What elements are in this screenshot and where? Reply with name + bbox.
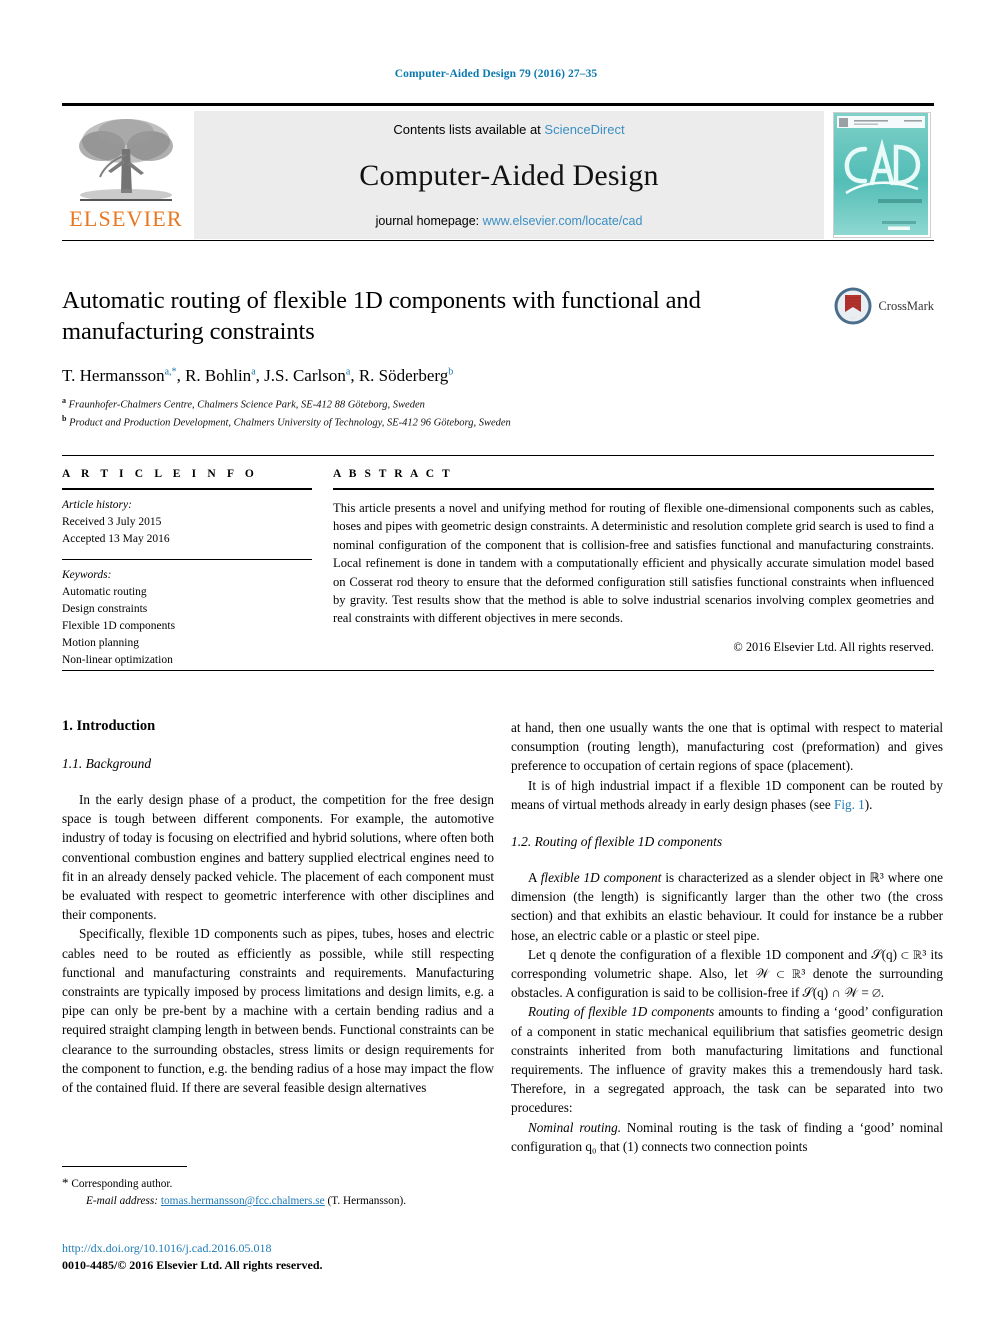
article-history-label: Article history: [62,499,132,511]
paragraph-right-5: Routing of flexible 1D components amount… [511,1002,943,1117]
corresponding-author-text: Corresponding author. [71,1178,173,1190]
doi-block: http://dx.doi.org/10.1016/j.cad.2016.05.… [62,1240,562,1274]
term-routing-of-flexible-1d: Routing of flexible 1D components [528,1004,715,1020]
journal-banner: Contents lists available at ScienceDirec… [194,111,824,239]
journal-homepage-link[interactable]: www.elsevier.com/locate/cad [483,214,643,228]
article-history-group: Article history: Received 3 July 2015 Ac… [62,490,312,548]
info-divider [62,455,934,456]
journal-cover [830,111,934,239]
abstract-panel: A B S T R A C T This article presents a … [333,468,934,655]
email-line: E-mail address: tomas.hermansson@fcc.cha… [62,1193,494,1210]
contents-prefix: Contents lists available at [393,122,545,137]
abstract-text: This article presents a novel and unifyi… [333,501,934,626]
email-link[interactable]: tomas.hermansson@fcc.chalmers.se [161,1195,325,1207]
term-flexible-1d-component: flexible 1D component [540,870,662,886]
body-divider [62,670,934,671]
page-title: Automatic routing of flexible 1D compone… [62,287,701,346]
abstract-copyright: © 2016 Elsevier Ltd. All rights reserved… [733,639,934,654]
running-head: Computer-Aided Design 79 (2016) 27–35 [394,68,598,80]
footnote-rule [62,1166,187,1167]
affiliation-marker-b: b [62,414,67,424]
affiliation-text-b: Product and Production Development, Chal… [69,417,511,429]
cad-cover-art-icon [834,113,928,235]
keyword-item: Flexible 1D components [62,620,176,633]
crossmark-badge[interactable]: CrossMark [833,286,934,326]
heading-subsection-1-1: 1.1. Background [62,756,152,771]
corresponding-author-line: * Corresponding author. [62,1173,494,1193]
paragraph-left-1: In the early design phase of a product, … [62,792,494,923]
email-owner: (T. Hermansson). [327,1194,407,1207]
abstract-heading: A B S T R A C T [333,468,453,480]
paragraph-right-1: at hand, then one usually wants the one … [511,720,943,774]
journal-masthead: ELSEVIER Contents lists available at Sci… [62,103,934,239]
corresponding-author-marker: * [62,1175,69,1190]
homepage-prefix: journal homepage: [375,214,483,228]
crossmark-label: CrossMark [878,298,934,313]
elsevier-tree-icon [79,119,173,201]
journal-homepage-line: journal homepage: www.elsevier.com/locat… [376,214,643,228]
body-column-left: 1. Introduction 1.1. Background In the e… [62,718,494,1097]
contents-available-line: Contents lists available at ScienceDirec… [393,122,624,137]
article-history-accepted: Accepted 13 May 2016 [62,533,170,546]
paper-page: Computer-Aided Design 79 (2016) 27–35 EL… [0,0,992,1323]
paragraph-left-2: Specifically, flexible 1D components suc… [62,926,494,1096]
crossmark-icon [834,287,872,325]
journal-cover-image [833,112,931,238]
article-info-panel: A R T I C L E I N F O Article history: R… [62,468,312,669]
paragraph-right-3: A flexible 1D component is characterized… [511,868,943,945]
email-label: E-mail address: [86,1194,159,1207]
sciencedirect-link[interactable]: ScienceDirect [544,122,624,137]
title-block: Automatic routing of flexible 1D compone… [62,285,802,432]
article-info-heading: A R T I C L E I N F O [62,468,258,480]
doi-link[interactable]: http://dx.doi.org/10.1016/j.cad.2016.05.… [62,1240,562,1257]
footnote-block: * Corresponding author. E-mail address: … [62,1166,494,1210]
body-column-right: at hand, then one usually wants the one … [511,718,943,1156]
keyword-item: Non-linear optimization [62,654,173,667]
keyword-item: Design constraints [62,603,148,616]
heading-section-1: 1. Introduction [62,718,156,734]
heading-subsection-1-2: 1.2. Routing of flexible 1D components [511,834,723,850]
paragraph-right-4: Let q denote the configuration of a flex… [511,946,943,1001]
author-list: T. Hermanssona,*, R. Bohlina, J.S. Carls… [62,365,454,385]
keywords-group: Keywords: Automatic routing Design const… [62,560,312,669]
paragraph-right-2-post: ). [864,796,873,812]
elsevier-logo: ELSEVIER [62,111,190,239]
paragraph-right-6: Nominal routing. Nominal routing is the … [511,1118,943,1156]
affiliation-a: a Fraunhofer-Chalmers Centre, Chalmers S… [62,395,802,414]
affiliation-list: a Fraunhofer-Chalmers Centre, Chalmers S… [62,395,802,433]
keyword-item: Automatic routing [62,586,147,599]
issn-copyright-line: 0010-4485/© 2016 Elsevier Ltd. All right… [62,1257,323,1272]
journal-title: Computer-Aided Design [359,158,659,192]
keywords-label: Keywords: [62,569,112,582]
figure-1-link[interactable]: Fig. 1 [834,797,865,812]
paragraph-right-2-pre: It is of high industrial impact if a fle… [511,777,943,812]
term-nominal-routing: Nominal routing. [528,1119,621,1135]
affiliation-text-a: Fraunhofer-Chalmers Centre, Chalmers Sci… [68,399,425,411]
title-divider [62,240,934,241]
paragraph-right-2: It is of high industrial impact if a fle… [511,776,943,814]
paragraph-right-3-pre: A [528,870,541,886]
paragraph-right-5-text: amounts to finding a ‘good’ configuratio… [511,1004,943,1116]
affiliation-marker-a: a [62,395,66,405]
elsevier-wordmark: ELSEVIER [69,206,183,231]
article-history-received: Received 3 July 2015 [62,516,162,529]
keyword-item: Motion planning [62,637,139,650]
affiliation-b: b Product and Production Development, Ch… [62,413,802,432]
